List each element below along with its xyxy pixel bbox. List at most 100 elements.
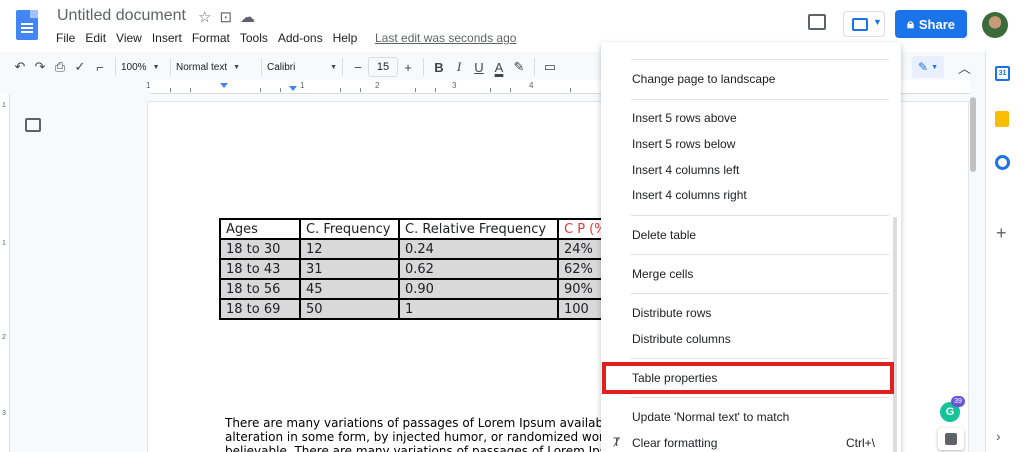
divider	[423, 58, 424, 76]
ruler-tick	[570, 88, 571, 92]
tab-marker-icon[interactable]	[289, 86, 297, 91]
table-cell[interactable]: 0.62	[398, 258, 559, 280]
ruler-tick	[435, 88, 436, 92]
collapse-toolbar-icon[interactable]: ︿	[958, 58, 971, 77]
table-cell[interactable]: 18 to 43	[219, 258, 301, 280]
keep-icon[interactable]	[995, 111, 1009, 127]
menu-view[interactable]: View	[116, 31, 142, 45]
vertical-ruler[interactable]: 1 1 2 3	[0, 94, 10, 452]
menu-item-update-normal-text[interactable]: Update 'Normal text' to match	[632, 410, 789, 424]
font-size-input[interactable]: 15	[368, 57, 398, 77]
menu-insert[interactable]: Insert	[152, 31, 182, 45]
text-color-button[interactable]: A	[489, 56, 509, 78]
table-cell[interactable]: 18 to 69	[219, 298, 301, 320]
menu-file[interactable]: File	[56, 31, 75, 45]
decrease-font-icon[interactable]: −	[348, 56, 368, 78]
menu-help[interactable]: Help	[333, 31, 358, 45]
document-outline-icon[interactable]	[25, 118, 41, 132]
ruler-tick	[360, 88, 361, 92]
ruler-number: 1	[146, 81, 151, 90]
ruler-tick	[510, 88, 511, 92]
italic-button[interactable]: I	[449, 56, 469, 78]
table-cell[interactable]: 12	[299, 238, 400, 260]
table-cell[interactable]: 45	[299, 278, 400, 300]
ruler-number: 1	[2, 240, 6, 247]
zoom-dropdown[interactable]: 100% ▼	[121, 62, 165, 73]
add-addon-icon[interactable]: +	[996, 223, 1007, 244]
table-cell[interactable]: 1	[398, 298, 559, 320]
underline-button[interactable]: U	[469, 56, 489, 78]
clear-formatting-icon: Ⱦ	[613, 435, 621, 449]
document-title[interactable]: Untitled document	[57, 7, 186, 25]
menu-item-insert-rows-above[interactable]: Insert 5 rows above	[632, 111, 737, 125]
menu-item-insert-columns-right[interactable]: Insert 4 columns right	[632, 188, 747, 202]
tasks-icon[interactable]	[995, 155, 1010, 170]
last-edit-link[interactable]: Last edit was seconds ago	[375, 31, 516, 45]
table-cell[interactable]: 18 to 30	[219, 238, 301, 260]
table-header-row: Ages C. Frequency C. Relative Frequency …	[219, 218, 619, 240]
ruler-number: 1	[300, 81, 305, 90]
divider	[342, 58, 343, 76]
undo-icon[interactable]: ↶	[10, 56, 30, 78]
highlight-pen-icon[interactable]: ✎	[509, 56, 529, 78]
menu-format[interactable]: Format	[192, 31, 230, 45]
paint-format-icon[interactable]: ⌐	[90, 56, 110, 78]
move-folder-icon[interactable]: ⊡	[219, 8, 232, 26]
calendar-icon[interactable]: 31	[995, 66, 1010, 81]
menu-item-merge-cells[interactable]: Merge cells	[632, 267, 693, 281]
text-line: There are many variations of passages of…	[225, 416, 605, 430]
document-scrollbar[interactable]	[970, 97, 976, 172]
ruler-number: 3	[2, 410, 6, 417]
spellcheck-icon[interactable]: ✓	[70, 56, 90, 78]
table-cell[interactable]: 31	[299, 258, 400, 280]
table-cell[interactable]: 0.24	[398, 238, 559, 260]
menu-item-distribute-rows[interactable]: Distribute rows	[632, 306, 711, 320]
menu-divider	[631, 358, 889, 359]
table-cell[interactable]: 50	[299, 298, 400, 320]
table-cell[interactable]: 18 to 56	[219, 278, 301, 300]
menu-divider	[631, 254, 889, 255]
redo-icon[interactable]: ↷	[30, 56, 50, 78]
menu-addons[interactable]: Add-ons	[278, 31, 323, 45]
star-icon[interactable]: ☆	[198, 8, 211, 26]
increase-font-icon[interactable]: +	[398, 56, 418, 78]
menu-item-delete-table[interactable]: Delete table	[632, 228, 696, 242]
menu-item-distribute-columns[interactable]: Distribute columns	[632, 332, 731, 346]
table-header-cell[interactable]: C. Relative Frequency	[398, 218, 559, 240]
style-dropdown[interactable]: Normal text ▼	[176, 62, 256, 73]
table-header-cell[interactable]: C. Frequency	[299, 218, 400, 240]
ruler-number: 4	[529, 81, 534, 90]
caret-icon: ▼	[233, 63, 241, 71]
menu-divider	[631, 293, 889, 294]
avatar[interactable]	[982, 12, 1008, 38]
menu-edit[interactable]: Edit	[85, 31, 106, 45]
indent-marker-icon[interactable]	[220, 83, 228, 88]
present-button[interactable]: ▼	[843, 11, 885, 37]
menu-item-change-page-landscape[interactable]: Change page to landscape	[632, 72, 775, 86]
explore-button[interactable]	[938, 428, 964, 450]
cloud-status-icon[interactable]: ☁	[240, 8, 255, 26]
ruler-tick	[340, 88, 341, 92]
comment-history-icon[interactable]	[808, 14, 826, 30]
editing-mode-button[interactable]: ✎ ▼	[912, 56, 944, 78]
menu-tools[interactable]: Tools	[240, 31, 268, 45]
zoom-value: 100%	[121, 61, 147, 73]
table-header-cell[interactable]: Ages	[219, 218, 301, 240]
grammarly-count-badge: 39	[951, 396, 965, 407]
body-paragraph[interactable]: There are many variations of passages of…	[225, 416, 605, 452]
menu-item-insert-columns-left[interactable]: Insert 4 columns left	[632, 163, 739, 177]
print-icon[interactable]: ⎙	[50, 56, 70, 78]
font-value: Calibri	[267, 61, 296, 73]
menu-item-insert-rows-below[interactable]: Insert 5 rows below	[632, 137, 735, 151]
bold-button[interactable]: B	[429, 56, 449, 78]
docs-logo-icon[interactable]	[16, 10, 38, 40]
insert-comment-icon[interactable]: ▭	[540, 56, 560, 78]
share-button[interactable]: 🔒︎ Share	[895, 10, 967, 38]
chevron-right-icon[interactable]: ›	[996, 428, 1001, 444]
font-dropdown[interactable]: Calibri ▼	[267, 62, 337, 73]
table-cell[interactable]: 0.90	[398, 278, 559, 300]
data-table[interactable]: Ages C. Frequency C. Relative Frequency …	[219, 218, 619, 320]
caret-icon: ▼	[330, 63, 337, 71]
menu-scrollbar[interactable]	[893, 217, 897, 452]
menu-item-clear-formatting[interactable]: Clear formatting	[632, 436, 717, 450]
